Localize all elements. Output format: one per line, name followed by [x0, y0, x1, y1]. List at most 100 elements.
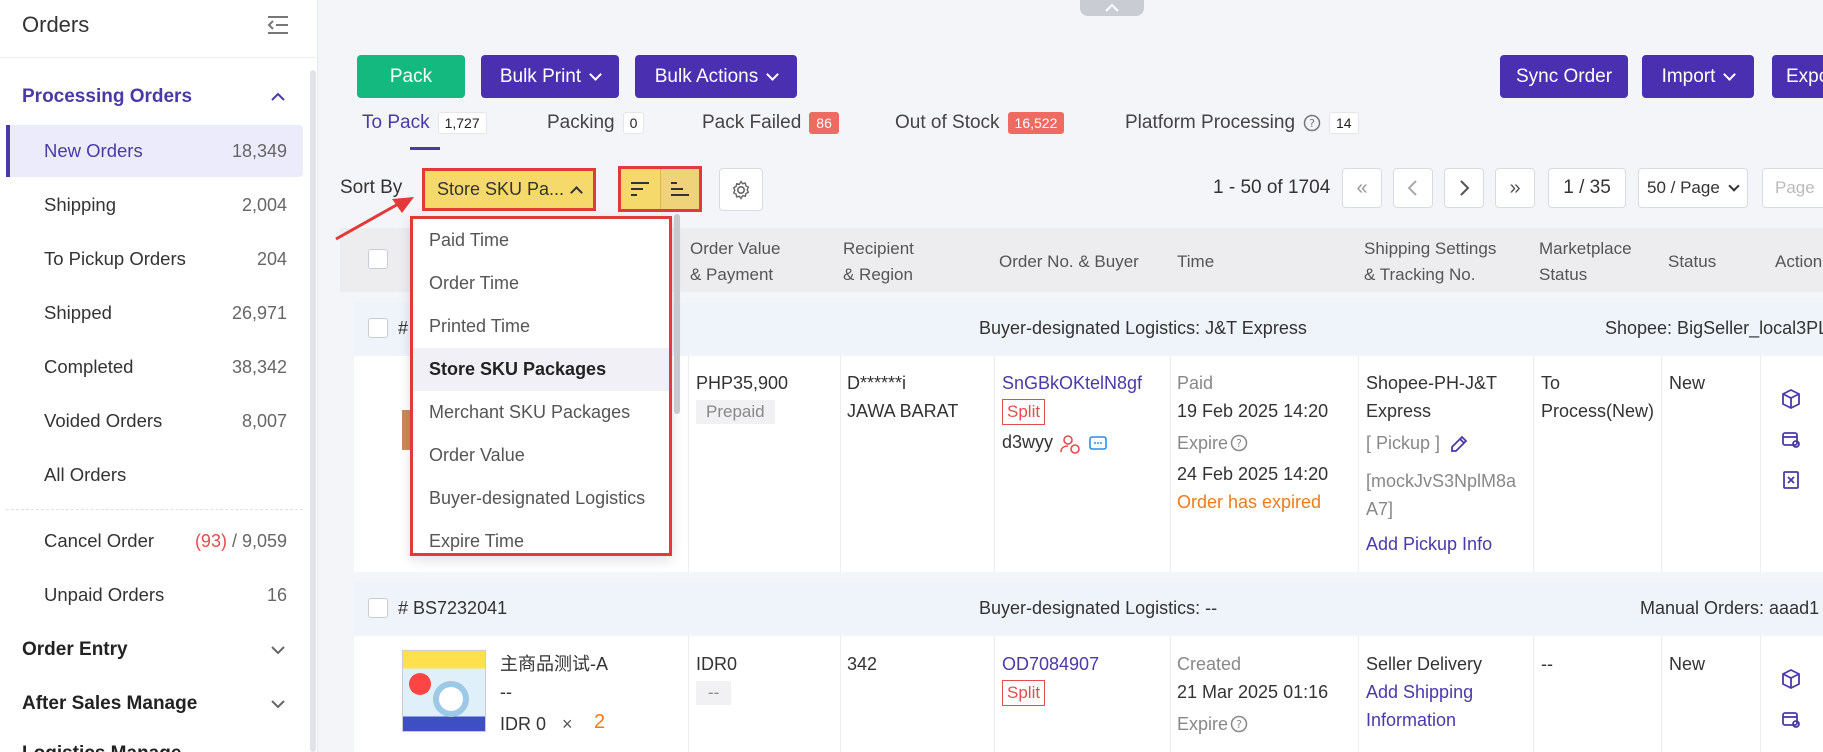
help-icon[interactable]: ? [1303, 114, 1321, 132]
sidebar-item-new-orders[interactable]: New Orders 18,349 [6, 125, 303, 177]
dropdown-scrollbar[interactable] [672, 214, 682, 554]
header-line: Status [1539, 265, 1588, 284]
import-button[interactable]: Import [1642, 55, 1754, 98]
tab-platform-processing[interactable]: Platform Processing ? 14 [1125, 112, 1359, 134]
user-flag-icon[interactable] [1060, 434, 1080, 454]
product-thumbnail[interactable] [402, 650, 486, 732]
sort-option-store-sku-packages[interactable]: Store SKU Packages [413, 348, 669, 391]
header-order-no: Order No. & Buyer [999, 252, 1139, 271]
sidebar-item-all-orders[interactable]: All Orders [6, 449, 303, 501]
recipient-name: 342 [847, 654, 878, 674]
sidebar-item-cancel-order[interactable]: Cancel Order (93) / 9,059 [6, 515, 303, 567]
payment-badge: Prepaid [696, 400, 775, 424]
last-page-button[interactable]: » [1495, 168, 1535, 208]
export-button[interactable]: Export [1772, 55, 1823, 98]
time-label: Paid [1177, 373, 1214, 393]
collapse-header-tab[interactable] [1080, 0, 1144, 16]
tab-to-pack[interactable]: To Pack 1,727 [362, 112, 487, 134]
pack-button[interactable]: Pack [357, 55, 465, 98]
add-shipping-info-link[interactable]: Add Shipping Information [1366, 678, 1506, 734]
truck-icon[interactable] [1780, 708, 1802, 730]
sync-order-button[interactable]: Sync Order [1500, 55, 1628, 98]
void-icon[interactable] [1780, 468, 1802, 490]
first-page-button[interactable]: « [1342, 168, 1382, 208]
column-divider [1533, 356, 1534, 572]
order-checkbox[interactable] [368, 318, 388, 338]
product-price: IDR 0 [500, 714, 547, 734]
sort-order-toggle [618, 166, 702, 212]
prev-page-button[interactable] [1393, 168, 1433, 208]
header-line: & Payment [690, 265, 774, 284]
sidebar-item-label: Shipped [44, 302, 112, 323]
buyer-logistics: Buyer-designated Logistics: -- [979, 598, 1218, 618]
select-all-checkbox[interactable] [368, 249, 388, 269]
help-icon[interactable]: ? [1230, 715, 1248, 733]
page-size-select[interactable]: 50 / Page [1638, 168, 1748, 208]
order-status: New [1669, 654, 1706, 674]
sort-option-merchant-sku-packages[interactable]: Merchant SKU Packages [413, 391, 669, 434]
help-icon[interactable]: ? [1230, 434, 1248, 452]
order-checkbox[interactable] [368, 598, 388, 618]
store-name: Shopee: BigSeller_local3PL [1605, 318, 1823, 338]
scrollbar-thumb[interactable] [674, 214, 680, 414]
sidebar-item-count: 38,342 [231, 356, 287, 377]
chevron-down-icon[interactable] [270, 642, 286, 658]
package-icon[interactable] [1780, 668, 1802, 690]
sort-descending-button[interactable] [621, 169, 660, 209]
collapse-menu-icon[interactable] [266, 14, 290, 36]
sidebar-item-shipped[interactable]: Shipped 26,971 [6, 287, 303, 339]
sidebar-item-shipping[interactable]: Shipping 2,004 [6, 179, 303, 231]
marketplace-status: -- [1541, 654, 1553, 674]
order-number-link[interactable]: SnGBkOKtelN8gf [1002, 369, 1142, 397]
package-icon[interactable] [1780, 388, 1802, 410]
column-divider [1170, 356, 1171, 572]
sort-option-printed-time[interactable]: Printed Time [413, 305, 669, 348]
marketplace-status: To Process(New) [1541, 373, 1655, 421]
sort-ascending-button[interactable] [659, 169, 699, 209]
current-page-display[interactable]: 1 / 35 [1548, 168, 1626, 208]
next-page-button[interactable] [1444, 168, 1484, 208]
edit-icon[interactable] [1449, 434, 1469, 454]
goto-page-input[interactable]: Page [1762, 168, 1823, 208]
header-line: & Tracking No. [1364, 265, 1476, 284]
store-name: Manual Orders: aaad1 [1640, 598, 1820, 618]
order-status: New [1669, 373, 1706, 393]
table-settings-button[interactable] [719, 168, 763, 211]
tab-label: Platform Processing [1125, 112, 1296, 133]
tab-out-of-stock[interactable]: Out of Stock 16,522 [895, 112, 1065, 134]
sidebar-group-order-entry[interactable]: Order Entry [22, 639, 128, 661]
sidebar-group-processing[interactable]: Processing Orders [22, 86, 192, 108]
truck-icon[interactable] [1780, 428, 1802, 450]
header-line: Recipient [843, 239, 914, 258]
chat-icon[interactable] [1088, 434, 1108, 454]
tab-pack-failed[interactable]: Pack Failed 86 [702, 112, 839, 134]
annotation-arrow-icon [335, 197, 414, 241]
sidebar-group-logistics[interactable]: Logistics Manage [22, 743, 181, 752]
header-shipping: Shipping Settings & Tracking No. [1364, 236, 1496, 288]
sort-option-order-value[interactable]: Order Value [413, 434, 669, 477]
sort-option-buyer-logistics[interactable]: Buyer-designated Logistics [413, 477, 669, 520]
sidebar-item-voided[interactable]: Voided Orders 8,007 [6, 395, 303, 447]
product-thumbnail[interactable] [402, 410, 410, 450]
order-number-link[interactable]: OD7084907 [1002, 650, 1099, 678]
add-pickup-info-link[interactable]: Add Pickup Info [1366, 530, 1492, 558]
sidebar-title: Orders [22, 12, 90, 37]
tab-label: Packing [547, 112, 615, 133]
sidebar-group-after-sales[interactable]: After Sales Manage [22, 693, 197, 715]
sort-option-order-time[interactable]: Order Time [413, 262, 669, 305]
sidebar-item-to-pickup[interactable]: To Pickup Orders 204 [6, 233, 303, 285]
sidebar-item-label: Cancel Order [44, 530, 155, 551]
sort-option-expire-time[interactable]: Expire Time [413, 520, 669, 553]
chevron-up-icon[interactable] [270, 89, 286, 105]
sort-option-paid-time[interactable]: Paid Time [413, 219, 669, 262]
chevron-up-icon [570, 185, 583, 199]
tab-packing[interactable]: Packing 0 [547, 112, 645, 134]
sort-field-select[interactable]: Store SKU Pa... [422, 168, 596, 211]
chevron-down-icon[interactable] [270, 696, 286, 712]
bulk-print-button[interactable]: Bulk Print [481, 55, 619, 98]
sidebar-item-completed[interactable]: Completed 38,342 [6, 341, 303, 393]
sidebar-item-unpaid[interactable]: Unpaid Orders 16 [6, 569, 303, 621]
sidebar-scrollbar[interactable] [310, 70, 316, 752]
bulk-actions-button[interactable]: Bulk Actions [635, 55, 797, 98]
sidebar: Orders Processing Orders New Orders 18,34… [0, 0, 318, 752]
